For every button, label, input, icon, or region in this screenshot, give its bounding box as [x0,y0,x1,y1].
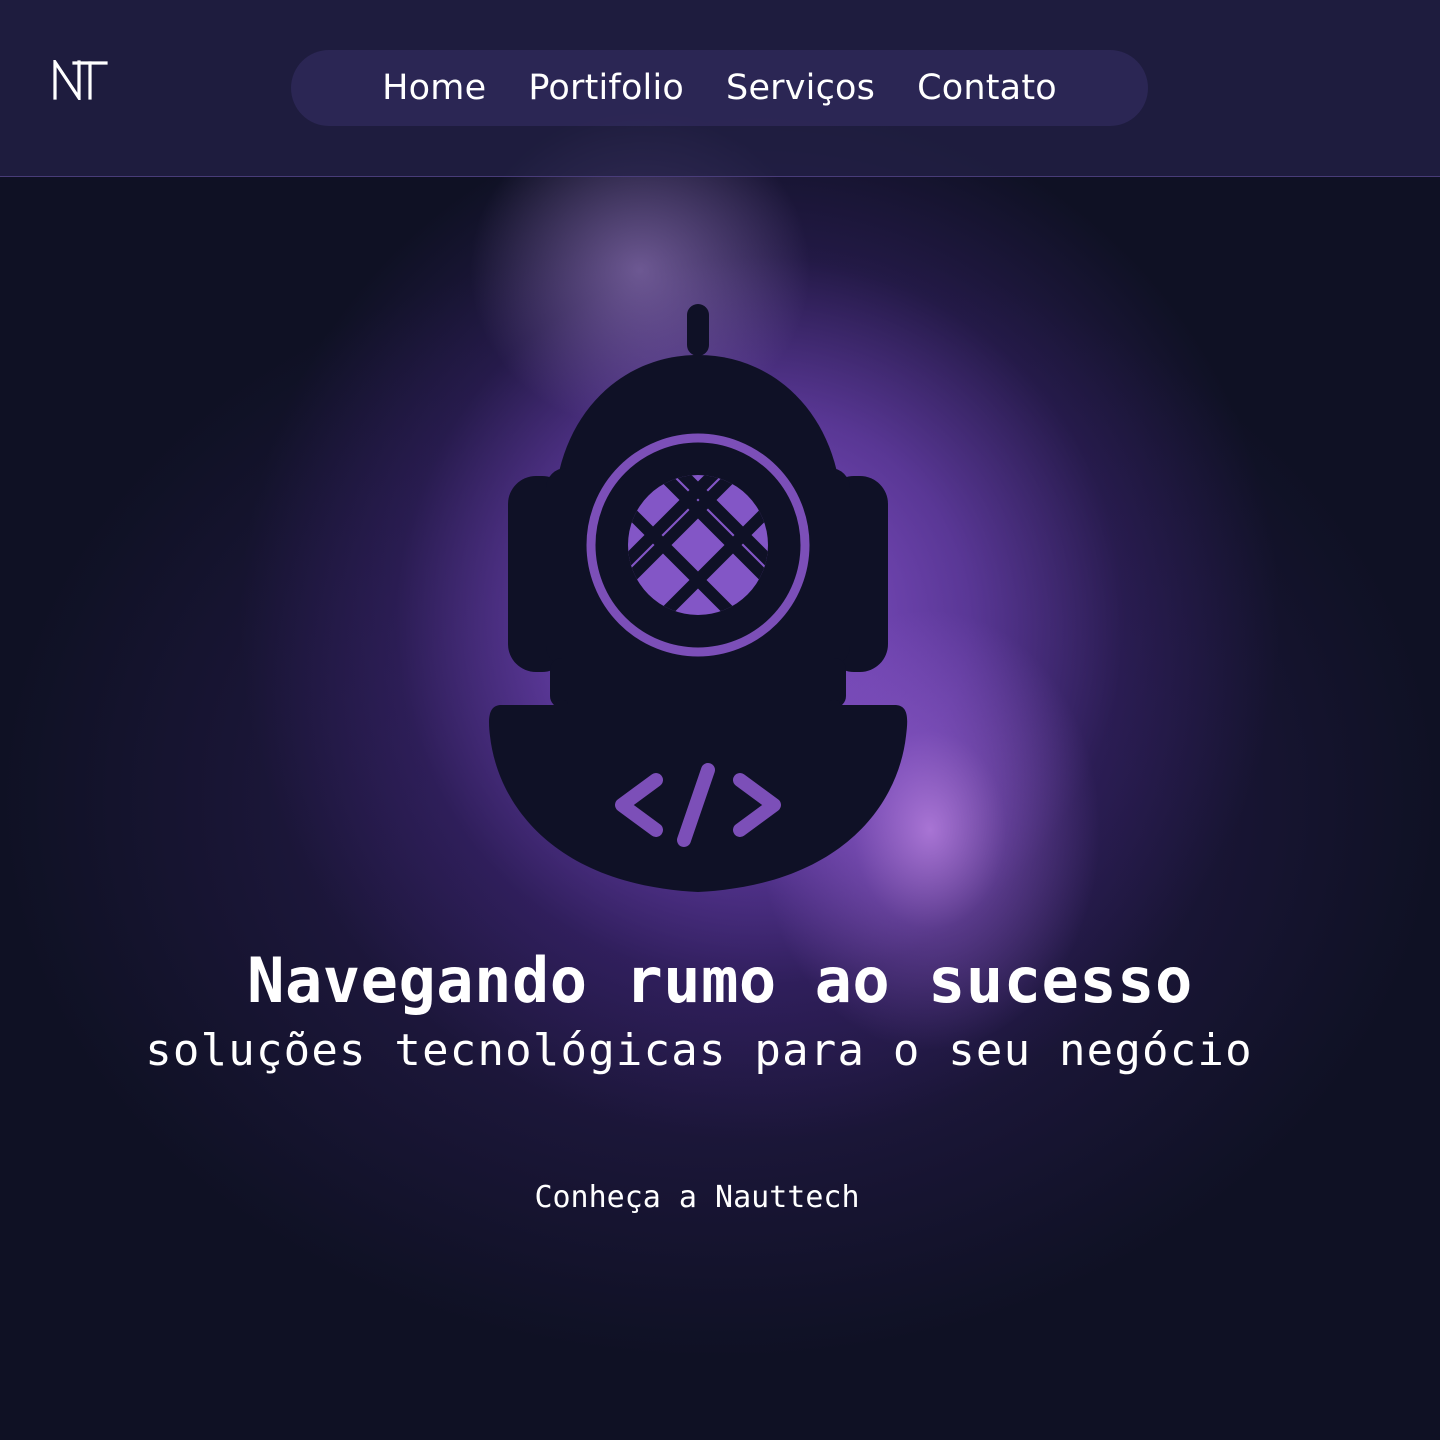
main-nav: Home Portifolio Serviços Contato [291,50,1148,126]
cta-conheca-button[interactable]: Conheça a Nauttech [0,1178,1394,1218]
nav-item-servicos[interactable]: Serviços [726,68,875,108]
diving-helmet-icon [488,300,908,900]
hero-subtitle: soluções tecnológicas para o seu negócio [145,1025,1253,1076]
site-header: Home Portifolio Serviços Contato [0,0,1440,177]
nt-logo[interactable] [52,56,108,104]
nav-item-home[interactable]: Home [382,68,486,108]
page: Home Portifolio Serviços Contato Navegan… [0,0,1440,1440]
hero-title: Navegando rumo ao sucesso [247,944,1193,1017]
nt-logo-icon [53,56,108,104]
nav-item-contato[interactable]: Contato [917,68,1057,108]
nav-item-portifolio[interactable]: Portifolio [528,68,684,108]
